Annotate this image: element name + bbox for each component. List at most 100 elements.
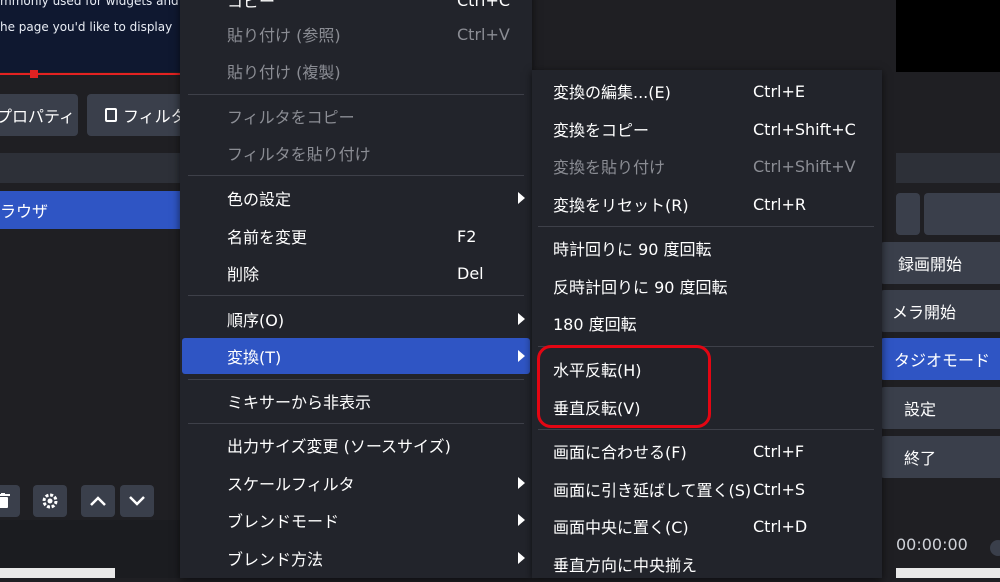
move-down-button[interactable] xyxy=(120,485,154,517)
menu-item-paste-filters[interactable]: フィルタを貼り付け xyxy=(180,135,532,171)
taskbar-strip xyxy=(0,568,115,578)
start-recording-button[interactable]: 録画開始 xyxy=(880,242,1000,284)
submenu-item-label: 時計回りに 90 度回転 xyxy=(553,240,712,259)
preview-text-line-2: he page you'd like to display xyxy=(0,20,173,34)
submenu-item-rotate-cw[interactable]: 時計回りに 90 度回転 xyxy=(532,230,882,266)
annotation-highlight-box xyxy=(537,345,711,428)
source-item-browser[interactable]: ラウザ xyxy=(0,191,180,229)
menu-item-copy-filters[interactable]: フィルタをコピー xyxy=(180,98,532,134)
studio-mode-button[interactable]: タジオモード xyxy=(880,338,1000,380)
submenu-item-label: 変換をリセット(R) xyxy=(553,196,689,215)
menu-item-blend-mode[interactable]: ブレンドモード xyxy=(180,502,532,538)
move-up-button[interactable] xyxy=(81,485,115,517)
menu-item-shortcut: Ctrl+C xyxy=(457,0,511,10)
submenu-item-shortcut: Ctrl+D xyxy=(753,516,808,536)
exit-label: 終了 xyxy=(904,449,937,468)
menu-item-label: 色の設定 xyxy=(227,190,292,209)
submenu-item-shortcut: Ctrl+Shift+V xyxy=(753,156,856,176)
menu-item-resize-output[interactable]: 出力サイズ変更 (ソースサイズ) xyxy=(180,427,532,463)
source-properties-button[interactable] xyxy=(33,485,67,517)
submenu-item-rotate-180[interactable]: 180 度回転 xyxy=(532,305,882,341)
submenu-arrow-icon xyxy=(518,552,525,564)
control-small-button-1[interactable] xyxy=(896,193,920,235)
menu-item-label: 貼り付け (参照) xyxy=(227,26,341,45)
source-context-menu: コピー Ctrl+C 貼り付け (参照) Ctrl+V 貼り付け (複製) フィ… xyxy=(180,0,532,578)
recording-timer: 00:00:00 xyxy=(896,535,968,554)
exit-button[interactable]: 終了 xyxy=(880,436,1000,478)
control-small-button-2[interactable] xyxy=(924,193,1000,235)
menu-item-order[interactable]: 順序(O) xyxy=(180,301,532,337)
submenu-item-center-vertically[interactable]: 垂直方向に中央揃え xyxy=(532,546,882,582)
preview-canvas-right xyxy=(896,0,1000,72)
submenu-separator xyxy=(538,429,874,430)
properties-label: プロパティ xyxy=(0,107,76,126)
menu-separator xyxy=(188,94,524,95)
menu-item-hide-from-mixer[interactable]: ミキサーから非表示 xyxy=(180,383,532,419)
menu-item-label: 名前を変更 xyxy=(227,228,308,247)
menu-item-paste-reference[interactable]: 貼り付け (参照) Ctrl+V xyxy=(180,16,532,52)
menu-item-label: フィルタをコピー xyxy=(227,108,355,127)
filter-icon xyxy=(105,108,117,122)
submenu-item-reset-transform[interactable]: 変換をリセット(R) Ctrl+R xyxy=(532,186,882,222)
menu-item-label: スケールフィルタ xyxy=(227,475,355,494)
menu-item-transform[interactable]: 変換(T) xyxy=(182,338,530,374)
menu-item-paste-duplicate[interactable]: 貼り付け (複製) xyxy=(180,53,532,89)
submenu-arrow-icon xyxy=(518,514,525,526)
status-indicator xyxy=(990,540,1000,556)
submenu-item-label: 画面に引き延ばして置く(S) xyxy=(553,481,752,500)
transform-submenu: 変換の編集...(E) Ctrl+E 変換をコピー Ctrl+Shift+C 変… xyxy=(532,70,882,578)
menu-item-label: ブレンド方法 xyxy=(227,550,324,569)
submenu-arrow-icon xyxy=(518,477,525,489)
submenu-item-center-to-screen[interactable]: 画面中央に置く(C) Ctrl+D xyxy=(532,508,882,544)
chevron-down-icon xyxy=(129,496,145,506)
menu-item-label: ブレンドモード xyxy=(227,512,340,531)
remove-source-button[interactable] xyxy=(0,485,20,517)
studio-mode-label: タジオモード xyxy=(894,351,991,370)
submenu-item-label: 180 度回転 xyxy=(553,315,637,334)
start-virtual-camera-label: メラ開始 xyxy=(892,303,957,322)
start-virtual-camera-button[interactable]: メラ開始 xyxy=(880,290,1000,332)
filters-button[interactable]: フィルタ xyxy=(87,94,187,136)
menu-item-label: 順序(O) xyxy=(227,311,285,330)
menu-item-rename[interactable]: 名前を変更 F2 xyxy=(180,218,532,254)
submenu-item-fit-to-screen[interactable]: 画面に合わせる(F) Ctrl+F xyxy=(532,433,882,469)
menu-item-scale-filter[interactable]: スケールフィルタ xyxy=(180,465,532,501)
submenu-item-label: 画面に合わせる(F) xyxy=(553,443,687,462)
trash-icon xyxy=(0,493,10,508)
preview-canvas xyxy=(0,0,180,72)
menu-item-delete[interactable]: 削除 Del xyxy=(180,255,532,291)
menu-separator xyxy=(188,379,524,380)
menu-item-blend-method[interactable]: ブレンド方法 xyxy=(180,540,532,576)
chevron-up-icon xyxy=(90,496,106,506)
submenu-item-shortcut: Ctrl+Shift+C xyxy=(753,119,856,139)
menu-item-label: コピー xyxy=(227,0,276,11)
menu-item-shortcut: Ctrl+V xyxy=(457,24,510,44)
submenu-item-shortcut: Ctrl+F xyxy=(753,441,805,461)
properties-button[interactable]: プロパティ xyxy=(0,94,78,136)
menu-separator xyxy=(188,295,524,296)
menu-item-label: ミキサーから非表示 xyxy=(227,393,372,412)
submenu-item-shortcut: Ctrl+E xyxy=(753,81,805,101)
menu-item-color-settings[interactable]: 色の設定 xyxy=(180,180,532,216)
submenu-item-paste-transform[interactable]: 変換を貼り付け Ctrl+Shift+V xyxy=(532,148,882,184)
submenu-item-stretch-to-screen[interactable]: 画面に引き延ばして置く(S) Ctrl+S xyxy=(532,471,882,507)
preview-resize-handle[interactable] xyxy=(30,70,38,78)
submenu-arrow-icon xyxy=(518,313,525,325)
menu-item-label: 削除 xyxy=(227,265,260,284)
submenu-item-shortcut: Ctrl+R xyxy=(753,194,806,214)
sources-dock-header xyxy=(0,153,180,183)
submenu-item-rotate-ccw[interactable]: 反時計回りに 90 度回転 xyxy=(532,268,882,304)
submenu-item-copy-transform[interactable]: 変換をコピー Ctrl+Shift+C xyxy=(532,111,882,147)
submenu-item-label: 画面中央に置く(C) xyxy=(553,518,689,537)
menu-separator xyxy=(188,423,524,424)
submenu-item-edit-transform[interactable]: 変換の編集...(E) Ctrl+E xyxy=(532,73,882,109)
submenu-item-label: 変換の編集...(E) xyxy=(553,83,671,102)
submenu-item-label: 変換をコピー xyxy=(553,121,650,140)
settings-button[interactable]: 設定 xyxy=(880,387,1000,429)
preview-selection-border xyxy=(0,73,180,75)
taskbar-strip-right xyxy=(896,568,1000,578)
submenu-item-shortcut: Ctrl+S xyxy=(753,479,806,499)
filters-label: フィルタ xyxy=(123,107,187,126)
controls-dock-header xyxy=(896,153,1000,183)
submenu-item-label: 変換を貼り付け xyxy=(553,158,666,177)
